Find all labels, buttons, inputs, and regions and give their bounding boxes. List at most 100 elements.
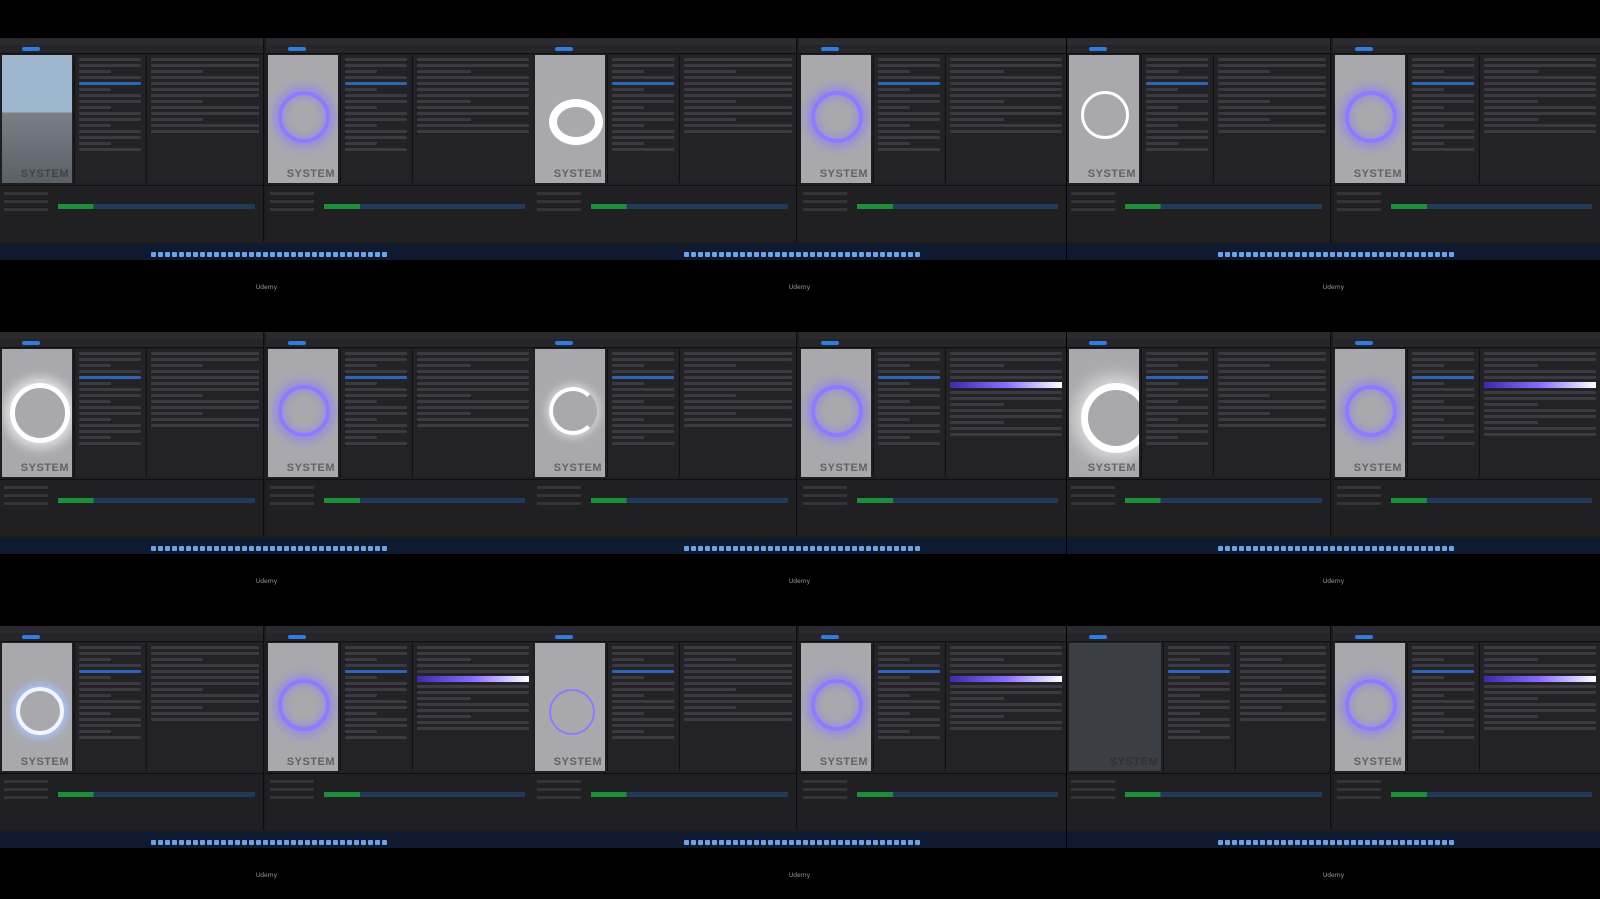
taskbar-app-icon[interactable] xyxy=(312,840,317,845)
property-row[interactable] xyxy=(1146,412,1208,415)
property-row[interactable] xyxy=(950,376,1062,379)
property-row[interactable] xyxy=(151,76,259,79)
property-row[interactable] xyxy=(878,676,910,679)
property-row[interactable] xyxy=(612,100,674,103)
property-row[interactable] xyxy=(1146,70,1178,73)
property-row[interactable] xyxy=(684,100,737,103)
property-row[interactable] xyxy=(878,388,940,391)
property-row[interactable] xyxy=(345,670,407,673)
taskbar-app-icon[interactable] xyxy=(1358,252,1363,257)
property-row[interactable] xyxy=(612,694,644,697)
taskbar-app-icon[interactable] xyxy=(817,252,822,257)
property-row[interactable] xyxy=(950,70,1004,73)
property-row[interactable] xyxy=(79,730,111,733)
taskbar-app-icon[interactable] xyxy=(1365,840,1370,845)
property-row[interactable] xyxy=(612,112,674,115)
taskbar-app-icon[interactable] xyxy=(193,840,198,845)
taskbar-app-icon[interactable] xyxy=(698,840,703,845)
color-gradient[interactable] xyxy=(417,676,529,682)
vfx-viewport[interactable]: SYSTEM xyxy=(535,349,605,477)
taskbar-app-icon[interactable] xyxy=(375,840,380,845)
taskbar-app-icon[interactable] xyxy=(340,546,345,551)
property-row[interactable] xyxy=(878,118,940,121)
property-row[interactable] xyxy=(1146,418,1178,421)
taskbar-app-icon[interactable] xyxy=(838,252,843,257)
property-row[interactable] xyxy=(878,112,940,115)
property-row[interactable] xyxy=(612,430,674,433)
taskbar-app-icon[interactable] xyxy=(151,252,156,257)
property-row[interactable] xyxy=(79,382,111,385)
property-row[interactable] xyxy=(345,406,407,409)
play-button[interactable] xyxy=(1355,341,1373,345)
vfx-viewport[interactable]: SYSTEM xyxy=(268,643,338,771)
property-row[interactable] xyxy=(1412,124,1444,127)
taskbar-app-icon[interactable] xyxy=(698,546,703,551)
property-row[interactable] xyxy=(151,94,259,97)
menu-bar[interactable] xyxy=(1067,38,1330,51)
property-row[interactable] xyxy=(345,88,377,91)
property-row[interactable] xyxy=(1412,412,1474,415)
property-row[interactable] xyxy=(1412,94,1474,97)
property-row[interactable] xyxy=(1168,700,1230,703)
taskbar-app-icon[interactable] xyxy=(768,252,773,257)
property-row[interactable] xyxy=(151,700,259,703)
taskbar-app-icon[interactable] xyxy=(242,546,247,551)
taskbar-app-icon[interactable] xyxy=(333,252,338,257)
vfx-viewport[interactable]: SYSTEM xyxy=(268,349,338,477)
property-row[interactable] xyxy=(345,106,377,109)
taskbar-app-icon[interactable] xyxy=(705,840,710,845)
taskbar-app-icon[interactable] xyxy=(803,546,808,551)
property-row[interactable] xyxy=(79,736,141,739)
property-row[interactable] xyxy=(79,688,141,691)
property-row[interactable] xyxy=(612,118,674,121)
property-row[interactable] xyxy=(345,70,377,73)
property-row[interactable] xyxy=(1146,400,1178,403)
taskbar-app-icon[interactable] xyxy=(1414,546,1419,551)
taskbar-app-icon[interactable] xyxy=(817,546,822,551)
taskbar-app-icon[interactable] xyxy=(712,546,717,551)
property-row[interactable] xyxy=(1412,376,1474,379)
taskbar-app-icon[interactable] xyxy=(1442,840,1447,845)
taskbar-app-icon[interactable] xyxy=(1232,840,1237,845)
taskbar-app-icon[interactable] xyxy=(347,252,352,257)
taskbar-app-icon[interactable] xyxy=(256,252,261,257)
property-row[interactable] xyxy=(417,697,471,700)
taskbar-app-icon[interactable] xyxy=(1246,252,1251,257)
taskbar-app-icon[interactable] xyxy=(789,546,794,551)
taskbar-app-icon[interactable] xyxy=(887,252,892,257)
play-button[interactable] xyxy=(1089,341,1107,345)
menu-bar[interactable] xyxy=(0,332,263,345)
timeline-track[interactable] xyxy=(857,792,1058,797)
property-row[interactable] xyxy=(417,715,471,718)
property-row[interactable] xyxy=(345,112,407,115)
property-row[interactable] xyxy=(151,124,259,127)
property-row[interactable] xyxy=(79,394,141,397)
taskbar-app-icon[interactable] xyxy=(1302,840,1307,845)
property-row[interactable] xyxy=(1146,436,1178,439)
taskbar-app-icon[interactable] xyxy=(284,840,289,845)
property-row[interactable] xyxy=(1484,709,1596,712)
property-row[interactable] xyxy=(950,94,1062,97)
property-row[interactable] xyxy=(684,658,737,661)
property-row[interactable] xyxy=(950,370,1062,373)
taskbar-app-icon[interactable] xyxy=(1421,252,1426,257)
taskbar-app-icon[interactable] xyxy=(165,252,170,257)
property-row[interactable] xyxy=(1412,76,1474,79)
taskbar-app-icon[interactable] xyxy=(326,252,331,257)
property-row[interactable] xyxy=(612,736,674,739)
taskbar-app-icon[interactable] xyxy=(1435,252,1440,257)
property-row[interactable] xyxy=(417,376,529,379)
property-row[interactable] xyxy=(79,148,141,151)
property-row[interactable] xyxy=(79,136,141,139)
taskbar-app-icon[interactable] xyxy=(179,252,184,257)
property-row[interactable] xyxy=(151,670,259,673)
taskbar-app-icon[interactable] xyxy=(312,546,317,551)
property-row[interactable] xyxy=(878,730,910,733)
property-row[interactable] xyxy=(612,676,644,679)
property-row[interactable] xyxy=(79,682,141,685)
property-row[interactable] xyxy=(151,676,259,679)
property-row[interactable] xyxy=(1484,421,1538,424)
property-row[interactable] xyxy=(878,100,940,103)
property-row[interactable] xyxy=(878,382,910,385)
property-row[interactable] xyxy=(1218,370,1326,373)
